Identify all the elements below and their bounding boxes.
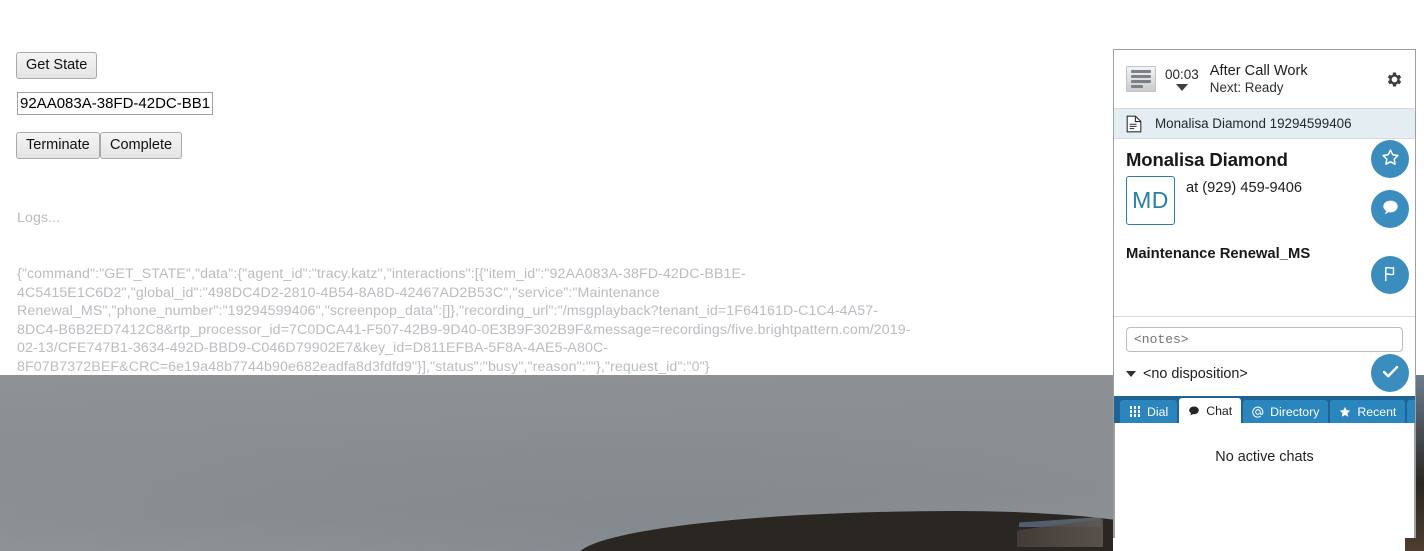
complete-button[interactable]: Complete <box>100 132 183 160</box>
screen-root: Get State Terminate Complete Logs... {"c… <box>0 0 1424 551</box>
agent-desktop-panel: 00:03 After Call Work Next: Ready Monali… <box>1113 49 1416 538</box>
star-icon <box>1380 147 1401 171</box>
acw-lines-icon <box>1126 66 1156 92</box>
contact-service: Maintenance Renewal_MS <box>1126 246 1311 262</box>
get-state-button[interactable]: Get State <box>16 52 98 80</box>
document-icon <box>1126 115 1142 133</box>
chat-button[interactable] <box>1371 190 1409 228</box>
gear-icon[interactable] <box>1383 68 1405 90</box>
disposition-row: <no disposition> <box>1114 352 1415 396</box>
interaction-id-input[interactable] <box>17 92 213 115</box>
tab-dial-label: Dial <box>1147 404 1169 419</box>
no-active-chats-message: No active chats <box>1215 449 1314 465</box>
logs-title: Logs... <box>17 210 61 227</box>
status-state-label: After Call Work <box>1209 62 1308 79</box>
flag-icon <box>1380 263 1401 287</box>
tab-history[interactable] <box>1407 400 1415 423</box>
tab-chat[interactable]: Chat <box>1179 398 1242 423</box>
contact-identity-row: MD at (929) 459-9406 <box>1126 176 1363 225</box>
tab-directory[interactable]: Directory <box>1243 400 1329 423</box>
tab-directory-label: Directory <box>1270 404 1320 419</box>
status-text-group: After Call Work Next: Ready <box>1210 63 1383 96</box>
terminate-button[interactable]: Terminate <box>16 132 100 160</box>
chevron-down-icon[interactable] <box>1126 371 1136 377</box>
at-sign-icon <box>1251 405 1265 419</box>
logs-json: {"command":"GET_STATE","data":{"agent_id… <box>17 265 911 375</box>
star-icon <box>1338 405 1352 419</box>
notes-input[interactable] <box>1126 327 1403 352</box>
disposition-select[interactable]: <no disposition> <box>1143 366 1248 382</box>
background-photo <box>0 375 1113 551</box>
agent-status-bar: 00:03 After Call Work Next: Ready <box>1114 50 1415 109</box>
notes-area <box>1114 317 1415 352</box>
api-test-harness: Get State Terminate Complete Logs... {"c… <box>0 0 1113 375</box>
interaction-label: Monalisa Diamond 19294599406 <box>1155 116 1352 131</box>
panel-tab-bar: Dial Chat Directory Recent <box>1114 396 1415 423</box>
complete-interaction-button[interactable] <box>1371 354 1409 392</box>
tab-chat-label: Chat <box>1206 403 1233 418</box>
contact-phone: at (929) 459-9406 <box>1186 180 1303 196</box>
tab-panel-chat: No active chats <box>1114 423 1415 538</box>
favorite-button[interactable] <box>1371 140 1409 178</box>
contact-name: Monalisa Diamond <box>1126 149 1288 170</box>
status-timer: 00:03 <box>1165 67 1199 82</box>
active-interaction-row[interactable]: Monalisa Diamond 19294599406 <box>1114 109 1415 139</box>
flag-button[interactable] <box>1371 256 1409 294</box>
tab-recent-label: Recent <box>1357 404 1397 419</box>
status-next-label: Next: Ready <box>1209 79 1284 95</box>
status-timer-group: 00:03 <box>1165 67 1199 91</box>
tab-dial[interactable]: Dial <box>1120 400 1178 423</box>
tab-recent[interactable]: Recent <box>1330 400 1406 423</box>
chevron-down-icon[interactable] <box>1175 84 1188 91</box>
keypad-icon <box>1128 405 1142 419</box>
chat-bubble-icon <box>1187 404 1201 418</box>
checkmark-icon <box>1379 360 1402 386</box>
avatar: MD <box>1126 176 1175 225</box>
contact-card: Monalisa Diamond MD at (929) 459-9406 Ma… <box>1114 139 1415 317</box>
chat-bubble-icon <box>1380 197 1401 221</box>
